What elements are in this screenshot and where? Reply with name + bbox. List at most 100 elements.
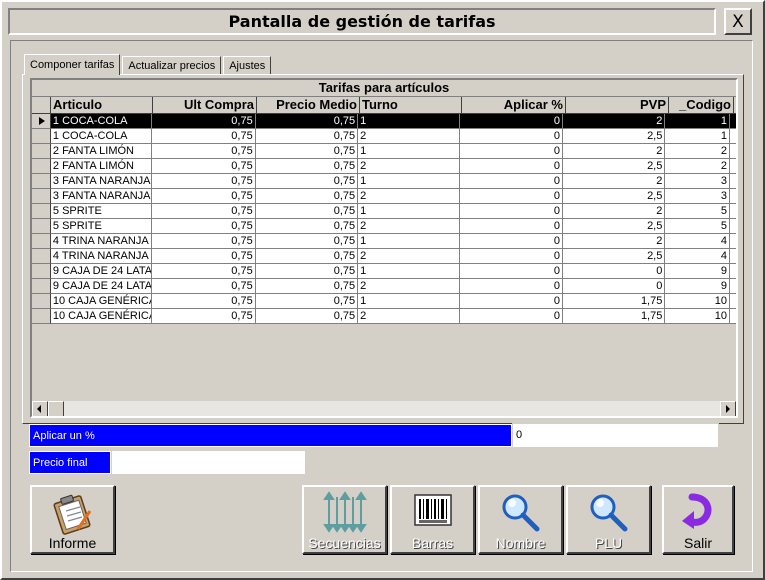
table-cell[interactable]: 0,75 (255, 129, 359, 144)
table-cell[interactable]: 1 (358, 114, 460, 129)
table-cell[interactable]: 0,75 (152, 114, 256, 129)
table-cell[interactable] (730, 294, 736, 309)
table-cell[interactable]: 1 (665, 129, 730, 144)
table-cell[interactable]: 2 (358, 219, 460, 234)
tab-ajustes[interactable]: Ajustes (223, 56, 272, 75)
table-row[interactable]: 4 TRINA NARANJA 0,75 0,75 1 0 2 4 (32, 234, 736, 249)
table-cell[interactable]: 1 (358, 234, 460, 249)
table-cell[interactable] (730, 234, 736, 249)
table-cell[interactable]: 9 (665, 279, 730, 294)
table-cell[interactable]: 0,75 (255, 174, 359, 189)
table-cell[interactable]: 0,75 (255, 249, 359, 264)
table-cell[interactable] (730, 264, 736, 279)
table-cell[interactable]: 2 (562, 144, 666, 159)
table-row[interactable]: 2 FANTA LIMÓN 0,75 0,75 1 0 2 2 (32, 144, 736, 159)
table-cell[interactable]: 4 TRINA NARANJA (50, 249, 153, 264)
table-cell[interactable]: 0,75 (152, 159, 256, 174)
table-cell[interactable]: 1 (358, 144, 460, 159)
table-cell[interactable]: 1 (358, 204, 460, 219)
table-cell[interactable]: 2 (562, 114, 666, 129)
table-cell[interactable]: 1,75 (562, 309, 666, 324)
row-indicator[interactable] (32, 264, 51, 279)
table-row[interactable]: 3 FANTA NARANJA 0,75 0,75 1 0 2 3 (32, 174, 736, 189)
table-cell[interactable]: 0 (459, 234, 563, 249)
scroll-right-button[interactable] (720, 401, 736, 416)
table-cell[interactable]: 10 (665, 294, 730, 309)
row-indicator[interactable] (32, 294, 51, 309)
table-cell[interactable]: 0 (459, 264, 563, 279)
row-indicator[interactable] (32, 309, 51, 324)
table-cell[interactable]: 0 (459, 204, 563, 219)
table-cell[interactable]: 9 (665, 264, 730, 279)
table-row[interactable]: 1 COCA-COLA 0,75 0,75 1 0 2 1 (32, 114, 736, 129)
table-cell[interactable]: 2,5 (562, 129, 666, 144)
tab-actualizar-precios[interactable]: Actualizar precios (122, 56, 222, 75)
table-cell[interactable]: 0,75 (255, 234, 359, 249)
table-cell[interactable]: 5 SPRITE (50, 219, 153, 234)
table-cell[interactable]: 0,75 (255, 204, 359, 219)
table-cell[interactable] (730, 114, 736, 129)
row-indicator[interactable] (32, 129, 51, 144)
table-cell[interactable]: 2,5 (562, 219, 666, 234)
table-cell[interactable]: 10 CAJA GENÉRICA (50, 309, 153, 324)
table-cell[interactable]: 0 (459, 129, 563, 144)
table-row[interactable]: 10 CAJA GENÉRICA 0,75 0,75 1 0 1,75 10 (32, 294, 736, 309)
aplicar-input[interactable]: 0 (512, 423, 719, 448)
row-indicator[interactable] (32, 159, 51, 174)
precio-final-input[interactable] (111, 450, 306, 475)
table-cell[interactable]: 0 (459, 159, 563, 174)
column-header-precio-medio[interactable]: Precio Medio (257, 97, 360, 114)
table-row[interactable]: 3 FANTA NARANJA 0,75 0,75 2 0 2,5 3 (32, 189, 736, 204)
table-cell[interactable] (730, 129, 736, 144)
table-cell[interactable]: 9 CAJA DE 24 LATA (50, 264, 153, 279)
table-cell[interactable]: 0,75 (255, 264, 359, 279)
column-header-articulo[interactable]: Articulo (51, 97, 153, 114)
table-row[interactable]: 10 CAJA GENÉRICA 0,75 0,75 2 0 1,75 10 (32, 309, 736, 324)
table-cell[interactable]: 0 (459, 279, 563, 294)
table-cell[interactable]: 2 (562, 204, 666, 219)
table-cell[interactable]: 1 (358, 264, 460, 279)
table-cell[interactable]: 4 (665, 234, 730, 249)
row-indicator[interactable] (32, 249, 51, 264)
table-cell[interactable] (730, 249, 736, 264)
table-cell[interactable]: 0,75 (255, 219, 359, 234)
table-cell[interactable]: 0,75 (152, 234, 256, 249)
table-cell[interactable]: 2 FANTA LIMÓN (50, 144, 153, 159)
table-row[interactable]: 5 SPRITE 0,75 0,75 1 0 2 5 (32, 204, 736, 219)
table-cell[interactable]: 0 (459, 114, 563, 129)
table-cell[interactable]: 0,75 (255, 189, 359, 204)
table-cell[interactable]: 10 (665, 309, 730, 324)
table-cell[interactable]: 0,75 (152, 174, 256, 189)
table-row[interactable]: 1 COCA-COLA 0,75 0,75 2 0 2,5 1 (32, 129, 736, 144)
row-indicator[interactable] (32, 174, 51, 189)
table-cell[interactable]: 1 (358, 174, 460, 189)
table-cell[interactable]: 1 (665, 114, 730, 129)
row-indicator[interactable] (32, 279, 51, 294)
table-cell[interactable]: 0,75 (255, 114, 359, 129)
table-cell[interactable]: 0,75 (255, 159, 359, 174)
table-cell[interactable] (730, 189, 736, 204)
table-cell[interactable]: 0 (459, 294, 563, 309)
table-cell[interactable]: 4 (665, 249, 730, 264)
table-cell[interactable]: 0,75 (152, 219, 256, 234)
table-cell[interactable] (730, 144, 736, 159)
table-cell[interactable]: 4 TRINA NARANJA (50, 234, 153, 249)
horizontal-scrollbar[interactable] (32, 400, 736, 416)
table-cell[interactable]: 0 (459, 144, 563, 159)
column-header-pvp[interactable]: PVP (566, 97, 669, 114)
table-cell[interactable]: 1 COCA-COLA (50, 129, 153, 144)
table-cell[interactable] (730, 279, 736, 294)
table-cell[interactable]: 1 (358, 294, 460, 309)
table-cell[interactable]: 0,75 (255, 294, 359, 309)
table-row[interactable]: 4 TRINA NARANJA 0,75 0,75 2 0 2,5 4 (32, 249, 736, 264)
row-indicator[interactable] (32, 234, 51, 249)
column-header-ult-compra[interactable]: Ult Compra (153, 97, 257, 114)
column-header-aplicar[interactable]: Aplicar % (462, 97, 566, 114)
table-cell[interactable]: 0,75 (255, 279, 359, 294)
table-cell[interactable]: 2 (562, 234, 666, 249)
table-cell[interactable]: 2 FANTA LIMÓN (50, 159, 153, 174)
row-indicator[interactable] (32, 204, 51, 219)
table-cell[interactable]: 3 FANTA NARANJA (50, 189, 153, 204)
tab-componer-tarifas[interactable]: Componer tarifas (24, 54, 121, 75)
scroll-thumb[interactable] (48, 401, 64, 416)
